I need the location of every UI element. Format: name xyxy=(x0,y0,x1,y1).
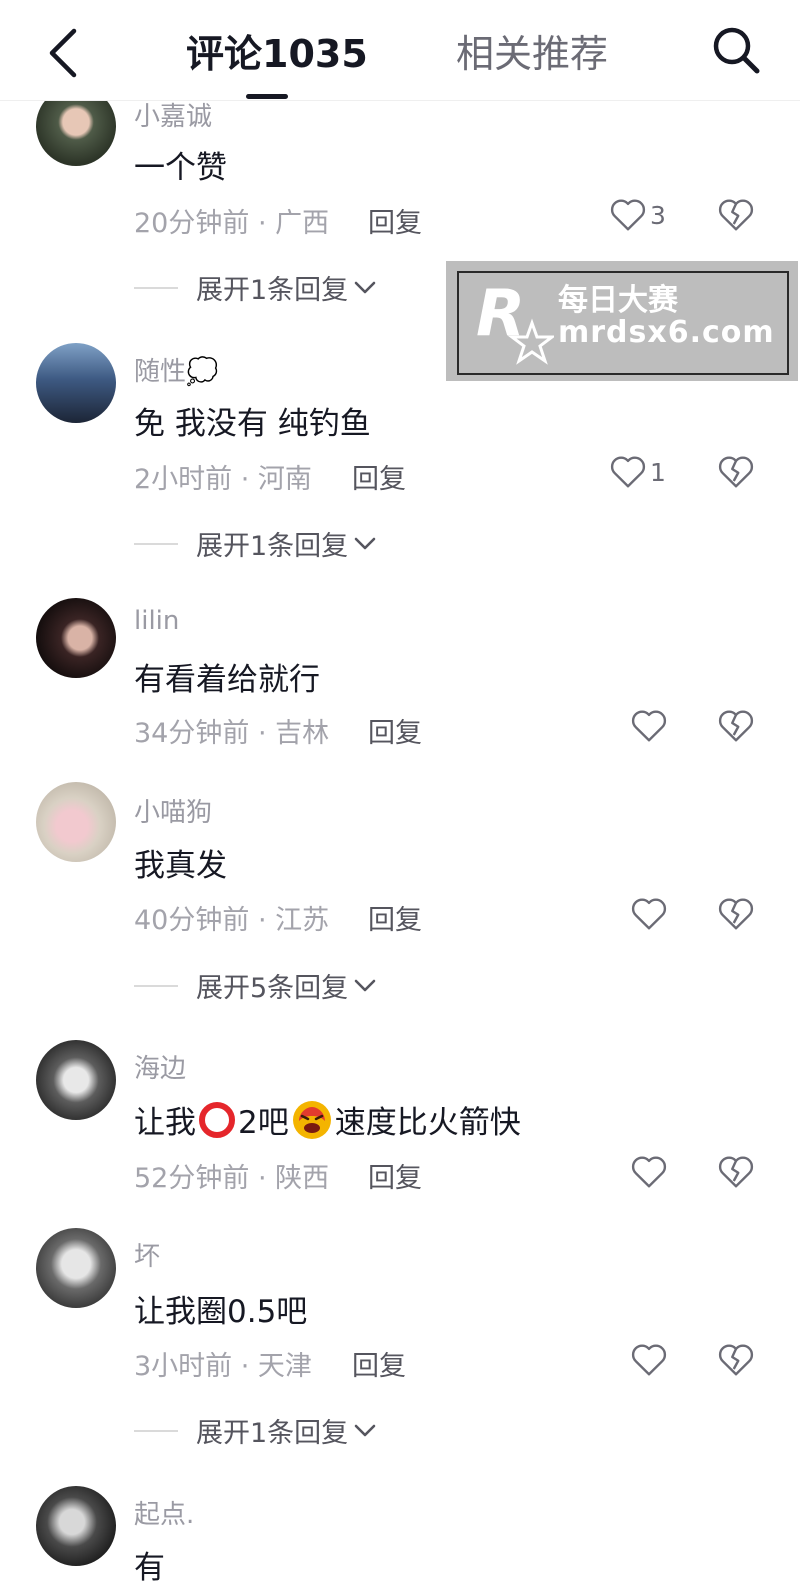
expand-replies-label: 展开1条回复 xyxy=(196,531,349,562)
tab-comments[interactable]: 评论1035 xyxy=(186,28,368,80)
watermark-overlay: R 每日大赛 mrdsx6.com xyxy=(446,261,798,381)
dislike-button[interactable] xyxy=(718,198,754,236)
comment-username[interactable]: 小喵狗 xyxy=(134,792,212,829)
chevron-left-icon xyxy=(49,28,77,78)
avatar[interactable] xyxy=(36,598,116,678)
comment-text: 有 xyxy=(134,1550,165,1586)
heart-icon xyxy=(631,1344,667,1376)
expand-replies-label: 展开1条回复 xyxy=(196,275,349,306)
angry-face-emoji-icon xyxy=(292,1100,331,1139)
red-circle-emoji-icon xyxy=(199,1101,235,1138)
reply-button[interactable]: 回复 xyxy=(352,457,406,496)
comment-text-part: 速度比火箭快 xyxy=(334,1105,521,1141)
divider-line xyxy=(134,1429,178,1432)
comment-time-region: 20分钟前 · 广西 xyxy=(134,208,330,239)
heart-icon xyxy=(610,456,646,488)
expand-replies-button[interactable]: 展开1条回复 xyxy=(134,1411,376,1450)
expand-replies-label: 展开5条回复 xyxy=(196,973,349,1004)
divider-line xyxy=(134,542,178,545)
avatar[interactable] xyxy=(36,1228,116,1308)
divider-line xyxy=(134,286,178,289)
dislike-button[interactable] xyxy=(718,897,754,935)
comment-text: 免 我没有 纯钓鱼 xyxy=(134,406,371,442)
like-button[interactable] xyxy=(631,1155,667,1189)
heart-icon xyxy=(631,710,667,742)
comment-text: 有看着给就行 xyxy=(134,662,320,698)
reply-button[interactable]: 回复 xyxy=(352,1344,406,1383)
avatar[interactable] xyxy=(36,1040,116,1120)
heart-icon xyxy=(631,898,667,930)
chevron-down-icon xyxy=(354,281,376,293)
like-button[interactable] xyxy=(631,709,667,743)
comment-username[interactable]: 随性💭 xyxy=(134,351,218,388)
expand-replies-button[interactable]: 展开1条回复 xyxy=(134,524,376,563)
comment-text: 让我圈0.5吧 xyxy=(134,1294,308,1330)
back-button[interactable] xyxy=(38,24,88,82)
dislike-button[interactable] xyxy=(718,1343,754,1381)
search-icon xyxy=(713,27,760,74)
comment-text-part: 2吧 xyxy=(238,1105,289,1141)
like-count: 1 xyxy=(650,457,666,487)
dislike-button[interactable] xyxy=(718,1155,754,1193)
reply-button[interactable]: 回复 xyxy=(368,898,422,937)
avatar[interactable] xyxy=(36,1486,116,1566)
tab-related-recommendations[interactable]: 相关推荐 xyxy=(456,28,608,80)
comment-time-region: 2小时前 · 河南 xyxy=(134,464,312,495)
dislike-button[interactable] xyxy=(718,709,754,747)
comment-username[interactable]: lilin xyxy=(134,606,179,636)
avatar[interactable] xyxy=(36,343,116,423)
comment-text: 一个赞 xyxy=(134,150,227,186)
watermark-url: mrdsx6.com xyxy=(558,315,775,350)
comment-username[interactable]: 坏 xyxy=(134,1236,160,1273)
comment-username[interactable]: 小嘉诚 xyxy=(134,96,212,133)
comment-time-region: 34分钟前 · 吉林 xyxy=(134,718,330,749)
comment-time-region: 40分钟前 · 江苏 xyxy=(134,905,330,936)
avatar[interactable] xyxy=(36,782,116,862)
active-tab-indicator xyxy=(246,94,288,99)
comment-username[interactable]: 起点. xyxy=(134,1494,194,1531)
watermark-logo-icon: R xyxy=(476,277,554,365)
reply-button[interactable]: 回复 xyxy=(368,201,422,240)
like-button[interactable] xyxy=(631,1343,667,1377)
comment-time-region: 52分钟前 · 陕西 xyxy=(134,1163,330,1194)
expand-replies-button[interactable]: 展开5条回复 xyxy=(134,966,376,1005)
comment-text: 让我 2吧 速度比火箭快 xyxy=(134,1097,521,1142)
reply-button[interactable]: 回复 xyxy=(368,711,422,750)
comment-time-region: 3小时前 · 天津 xyxy=(134,1351,312,1382)
like-button[interactable]: 3 xyxy=(610,198,666,232)
broken-heart-icon xyxy=(718,898,754,930)
search-button[interactable] xyxy=(708,22,764,78)
like-count: 3 xyxy=(650,200,666,230)
chevron-down-icon xyxy=(354,979,376,991)
like-button[interactable]: 1 xyxy=(610,455,666,489)
header-bar: 评论1035 相关推荐 xyxy=(0,0,800,101)
broken-heart-icon xyxy=(718,1156,754,1188)
broken-heart-icon xyxy=(718,456,754,488)
like-button[interactable] xyxy=(631,897,667,931)
comment-text: 我真发 xyxy=(134,848,227,884)
watermark-title: 每日大赛 xyxy=(558,283,678,318)
comment-text-part: 让我 xyxy=(134,1105,196,1141)
divider-line xyxy=(134,984,178,987)
comment-username[interactable]: 海边 xyxy=(134,1048,186,1085)
broken-heart-icon xyxy=(718,1344,754,1376)
chevron-down-icon xyxy=(354,537,376,549)
chevron-down-icon xyxy=(354,1424,376,1436)
broken-heart-icon xyxy=(718,199,754,231)
reply-button[interactable]: 回复 xyxy=(368,1156,422,1195)
heart-icon xyxy=(610,199,646,231)
heart-icon xyxy=(631,1156,667,1188)
dislike-button[interactable] xyxy=(718,455,754,493)
expand-replies-label: 展开1条回复 xyxy=(196,1418,349,1449)
broken-heart-icon xyxy=(718,710,754,742)
expand-replies-button[interactable]: 展开1条回复 xyxy=(134,268,376,307)
